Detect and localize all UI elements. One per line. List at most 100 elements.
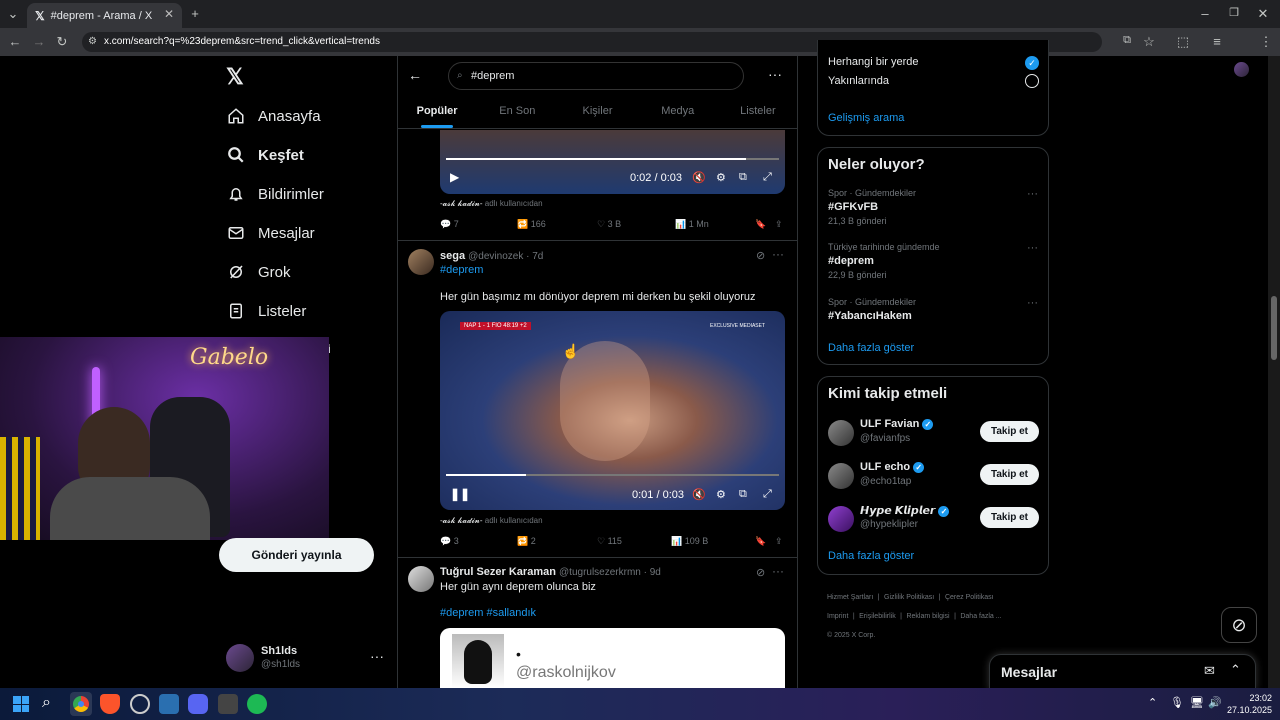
avatar[interactable] bbox=[408, 249, 434, 275]
cast-icon[interactable]: ⧉ bbox=[1118, 34, 1136, 47]
expand-icon[interactable]: ⌃ bbox=[1230, 662, 1241, 678]
extensions-icon[interactable]: ⬚ bbox=[1174, 34, 1192, 50]
trend-item[interactable]: Spor · Gündemdekiler #YabancıHakem ··· bbox=[828, 297, 1038, 322]
hashtag-links[interactable]: #deprem #sallandık bbox=[440, 607, 536, 619]
views-button[interactable]: 📊 1 Mn bbox=[675, 219, 755, 230]
media-source[interactable]: -𝓪𝓼𝓴 𝓴𝓪𝓭𝓲𝓷- adlı kullanıcıdan bbox=[440, 516, 543, 526]
settings-icon[interactable]: ⚙ bbox=[716, 488, 726, 501]
pip-icon[interactable]: ⧉ bbox=[739, 171, 747, 184]
close-window-icon[interactable]: ✕ bbox=[1254, 6, 1272, 22]
more-dots-icon[interactable]: ··· bbox=[1027, 242, 1038, 254]
new-message-icon[interactable]: ✉ bbox=[1204, 663, 1215, 679]
tab-people[interactable]: Kişiler bbox=[557, 96, 637, 128]
radio-checked-icon[interactable]: ✓ bbox=[1025, 56, 1039, 70]
tab-media[interactable]: Medya bbox=[638, 96, 718, 128]
more-dots-icon[interactable]: ··· bbox=[1027, 297, 1038, 309]
taskbar-spotify-icon[interactable] bbox=[247, 694, 267, 714]
advanced-search-link[interactable]: Gelişmiş arama bbox=[828, 112, 904, 124]
footer-link-accessibility[interactable]: Erişilebilirlik bbox=[859, 613, 896, 620]
like-button[interactable]: ♡ 3 B bbox=[597, 219, 675, 230]
video-player[interactable]: NAP 1 - 1 FIO 48:19 +2 EXCLUSIVE MEDIASE… bbox=[440, 311, 785, 510]
pause-icon[interactable]: ❚❚ bbox=[450, 487, 470, 501]
nav-item-messages[interactable]: Mesajlar bbox=[226, 217, 315, 249]
video-progress-bar[interactable] bbox=[446, 474, 779, 476]
taskbar-steam-icon[interactable] bbox=[159, 694, 179, 714]
back-arrow-icon[interactable]: ← bbox=[408, 67, 422, 83]
repost-button[interactable]: 🔁 166 bbox=[517, 219, 597, 230]
footer-link-more[interactable]: Daha fazla ... bbox=[960, 613, 1001, 620]
more-dots-icon[interactable]: ··· bbox=[768, 66, 782, 82]
account-switcher[interactable]: Sh1lds @sh1lds ··· bbox=[226, 640, 386, 676]
trend-item[interactable]: Türkiye tarihinde gündemde #deprem 22,9 … bbox=[828, 242, 1038, 280]
tab-close-icon[interactable]: ✕ bbox=[164, 7, 174, 21]
tray-chevron-icon[interactable]: ⌃ bbox=[1148, 696, 1157, 709]
reply-button[interactable]: 💬 7 bbox=[440, 219, 517, 230]
search-input[interactable]: ⌕ #deprem bbox=[448, 62, 744, 90]
bookmark-icon[interactable]: 🔖 bbox=[755, 536, 775, 547]
bookmark-star-icon[interactable]: ☆ bbox=[1140, 34, 1158, 50]
location-option-anywhere[interactable]: Herhangi bir yerde bbox=[828, 56, 919, 68]
new-tab-icon[interactable]: + bbox=[186, 6, 204, 21]
footer-link-cookies[interactable]: Çerez Politikası bbox=[945, 594, 994, 601]
follow-button[interactable]: Takip et bbox=[980, 421, 1039, 442]
windows-start-icon[interactable] bbox=[13, 696, 29, 712]
share-icon[interactable]: ⇪ bbox=[775, 536, 783, 547]
nav-item-notifications[interactable]: Bildirimler bbox=[226, 178, 324, 210]
site-info-icon[interactable]: ⚙ bbox=[88, 32, 97, 52]
network-icon[interactable]: 🖥 bbox=[1190, 696, 1204, 709]
tab-popular[interactable]: Popüler bbox=[397, 96, 477, 128]
browser-menu-icon[interactable]: ⋮ bbox=[1257, 34, 1275, 50]
location-option-nearby[interactable]: Yakınlarında bbox=[828, 75, 889, 87]
x-logo-icon[interactable]: 𝕏 bbox=[226, 64, 244, 90]
mute-icon[interactable]: 🔇 bbox=[692, 171, 706, 184]
taskbar-brave-icon[interactable] bbox=[100, 694, 120, 714]
nav-item-grok[interactable]: Grok bbox=[226, 256, 291, 288]
footer-link-imprint[interactable]: Imprint bbox=[827, 613, 848, 620]
back-icon[interactable]: ← bbox=[6, 34, 24, 49]
scrollbar-thumb[interactable] bbox=[1271, 296, 1277, 360]
footer-link-privacy[interactable]: Gizlilik Politikası bbox=[884, 594, 934, 601]
volume-icon[interactable]: 🔊 bbox=[1208, 696, 1222, 709]
tab-search-icon[interactable]: ⌄ bbox=[4, 6, 22, 22]
taskbar-app-icon[interactable] bbox=[130, 694, 150, 714]
browser-tab[interactable]: 𝕏 #deprem - Arama / X ✕ bbox=[27, 3, 182, 28]
fullscreen-icon[interactable]: ⤢ bbox=[763, 171, 772, 184]
bookmark-icon[interactable]: 🔖 bbox=[755, 219, 775, 230]
fullscreen-icon[interactable]: ⤢ bbox=[763, 488, 772, 501]
follow-button[interactable]: Takip et bbox=[980, 507, 1039, 528]
follow-suggestion[interactable]: ULF Favian ✓ @favianfps Takip et bbox=[828, 417, 1040, 449]
more-dots-icon[interactable]: ··· bbox=[1027, 188, 1038, 200]
media-source[interactable]: -𝓪𝓼𝓴 𝓴𝓪𝓭𝓲𝓷- adlı kullanıcıdan bbox=[440, 199, 543, 209]
follow-suggestion[interactable]: ULF echo ✓ @echo1tap Takip et bbox=[828, 460, 1040, 492]
reply-button[interactable]: 💬 3 bbox=[440, 536, 517, 547]
tweet-author[interactable]: sega @devinozek · 7d bbox=[440, 250, 543, 262]
trend-item[interactable]: Spor · Gündemdekiler #GFKvFB 21,3 B gönd… bbox=[828, 188, 1038, 226]
grok-floating-button[interactable]: ⊘ bbox=[1221, 607, 1257, 643]
taskbar-discord-icon[interactable] bbox=[188, 694, 208, 714]
settings-icon[interactable]: ⚙ bbox=[716, 171, 726, 184]
media-icon[interactable]: ≡ bbox=[1208, 34, 1226, 49]
messages-drawer[interactable]: Mesajlar ✉ ⌃ bbox=[989, 654, 1256, 690]
embedded-image[interactable]: • @raskolnijkov bbox=[440, 628, 785, 688]
grok-icon[interactable]: ⊘ bbox=[756, 249, 765, 262]
follow-button[interactable]: Takip et bbox=[980, 464, 1039, 485]
mute-icon[interactable]: 🔇 bbox=[692, 488, 706, 501]
follow-suggestion[interactable]: 𝙃𝙮𝙥𝙚 𝙆𝙡𝙞𝙥𝙡𝙚𝙧 ✓ @hypeklipler Takip et bbox=[828, 503, 1040, 535]
post-button[interactable]: Gönderi yayınla bbox=[219, 538, 374, 572]
views-button[interactable]: 📊 109 B bbox=[671, 536, 755, 547]
show-more-link[interactable]: Daha fazla göster bbox=[828, 342, 914, 354]
taskbar-obs-icon[interactable] bbox=[218, 694, 238, 714]
reload-icon[interactable]: ↻ bbox=[53, 34, 71, 50]
nav-item-lists[interactable]: Listeler bbox=[226, 295, 306, 327]
minimize-icon[interactable]: – bbox=[1196, 6, 1214, 21]
avatar[interactable] bbox=[408, 566, 434, 592]
nav-item-explore[interactable]: Keşfet bbox=[226, 139, 304, 171]
more-dots-icon[interactable]: ··· bbox=[772, 564, 784, 578]
nav-item-home[interactable]: Anasayfa bbox=[226, 100, 321, 132]
more-dots-icon[interactable]: ··· bbox=[772, 247, 784, 261]
pip-icon[interactable]: ⧉ bbox=[739, 488, 747, 501]
grok-icon[interactable]: ⊘ bbox=[756, 566, 765, 579]
forward-icon[interactable]: → bbox=[30, 34, 48, 49]
footer-link-terms[interactable]: Hizmet Şartları bbox=[827, 594, 873, 601]
tweet-author[interactable]: Tuğrul Sezer Karaman @tugrulsezerkrmn · … bbox=[440, 566, 661, 578]
